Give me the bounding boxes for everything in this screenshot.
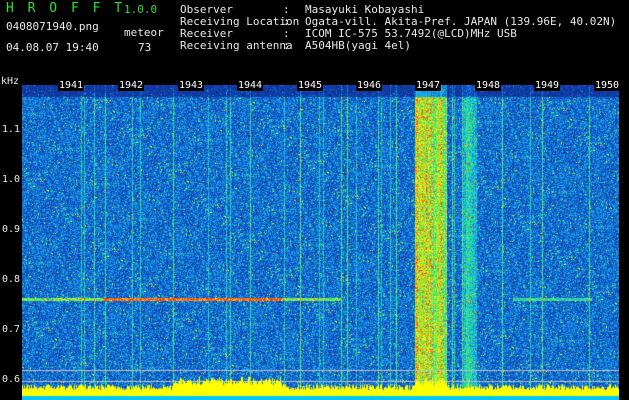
x-tick-label: 1949: [534, 80, 561, 91]
app-version: 1.0.0: [124, 3, 158, 16]
file-name: 0408071940.png: [6, 20, 99, 33]
app-name: H R O F F T: [6, 1, 126, 16]
header: H R O F F T 1.0.0 0408071940.png meteor …: [0, 0, 629, 75]
field-label-antenna: Receiving antenna: [180, 39, 293, 52]
x-tick-label: 1946: [356, 80, 383, 91]
detect-count: 73: [138, 41, 152, 54]
y-tick-label: 0.8: [1, 274, 20, 285]
y-tick-label: 0.6: [1, 374, 20, 385]
y-tick-label: 1.1: [1, 124, 20, 135]
x-tick-label: 1945: [297, 80, 324, 91]
x-tick-label: 1948: [475, 80, 502, 91]
detect-type: meteor: [124, 26, 164, 39]
field-colon: :: [283, 39, 290, 52]
x-tick-label: 1944: [237, 80, 264, 91]
x-tick-label: 1943: [178, 80, 205, 91]
y-unit-label: kHz: [1, 76, 20, 87]
spectrogram-canvas: [22, 85, 619, 400]
x-tick-label: 1941: [58, 80, 85, 91]
y-tick-label: 1.0: [1, 174, 20, 185]
y-tick-label: 0.7: [1, 324, 20, 335]
x-tick-label: 1942: [118, 80, 145, 91]
spectrogram-panel: [22, 85, 619, 400]
y-tick-label: 0.9: [1, 224, 20, 235]
timestamp: 04.08.07 19:40: [6, 41, 99, 54]
x-tick-label: 1950: [594, 80, 621, 91]
x-tick-label: 1947: [415, 80, 442, 91]
field-value-antenna: A504HB(yagi 4el): [305, 39, 411, 52]
